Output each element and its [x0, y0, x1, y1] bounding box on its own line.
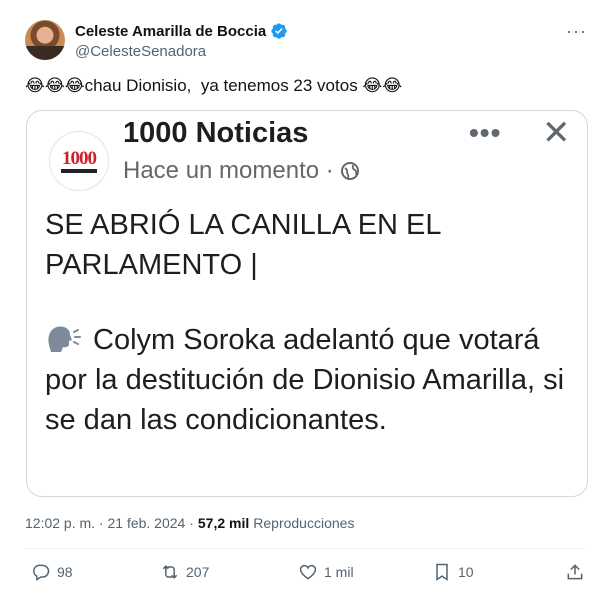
post-more-icon: ••• — [469, 117, 502, 148]
like-button[interactable]: 1 mil — [298, 562, 354, 582]
like-icon — [299, 564, 317, 580]
share-button[interactable] — [565, 562, 591, 582]
speaking-head-icon — [48, 326, 81, 352]
divider — [25, 548, 585, 549]
reply-count: 98 — [57, 564, 73, 580]
retweet-button[interactable]: 207 — [160, 562, 209, 582]
post-headline: SE ABRIÓ LA CANILLA EN EL PARLAMENTO | — [45, 209, 441, 281]
share-icon — [567, 564, 583, 580]
author-name-row: Celeste Amarilla de Boccia — [75, 22, 288, 40]
like-count: 1 mil — [324, 564, 354, 580]
views-count: 57,2 mil — [197, 515, 250, 531]
views-label: Reproducciones — [253, 515, 355, 531]
post-timestamp: Hace un momento · — [123, 157, 334, 184]
post-timestamp-row: Hace un momento · — [123, 157, 360, 185]
bookmark-button[interactable]: 10 — [432, 562, 474, 582]
laughing-emoji-suffix: 😂😂 — [362, 76, 403, 95]
retweet-icon — [162, 565, 178, 579]
author-display-name[interactable]: Celeste Amarilla de Boccia — [75, 23, 266, 40]
embedded-image[interactable]: 1000 1000 Noticias Hace un momento · •••… — [26, 110, 588, 497]
action-bar: 98 207 1 mil 10 — [0, 562, 600, 588]
laughing-emoji-prefix: 😂😂😂 — [25, 76, 85, 95]
verified-badge-icon — [271, 23, 287, 39]
bookmark-count: 10 — [458, 564, 474, 580]
reply-icon — [33, 564, 50, 581]
reply-button[interactable]: 98 — [31, 562, 73, 582]
author-handle[interactable]: @CelesteSenadora — [75, 43, 206, 60]
post-body-text: Colym Soroka adelantó que votará por la … — [45, 324, 565, 436]
tweet: Celeste Amarilla de Boccia @CelesteSenad… — [0, 0, 600, 607]
post-body: Colym Soroka adelantó que votará por la … — [45, 320, 575, 440]
tweet-time[interactable]: 12:02 p. m. · 21 feb. 2024 · — [25, 515, 194, 531]
tweet-text: 😂😂😂 chau Dionisio, ya tenemos 23 votos 😂… — [25, 76, 402, 96]
close-icon: ✕ — [542, 114, 571, 152]
page-name: 1000 Noticias — [123, 117, 309, 149]
logo-number: 1000 — [62, 147, 97, 169]
tweet-meta: 12:02 p. m. · 21 feb. 2024 · 57,2 mil Re… — [25, 515, 354, 531]
retweet-count: 207 — [186, 564, 210, 580]
avatar[interactable] — [25, 20, 65, 60]
news-logo: 1000 — [49, 131, 109, 191]
more-options-button[interactable]: ··· — [566, 22, 587, 40]
globe-icon — [340, 162, 359, 180]
bookmark-icon — [436, 563, 448, 581]
tweet-text-body: chau Dionisio, ya tenemos 23 votos — [84, 76, 363, 95]
